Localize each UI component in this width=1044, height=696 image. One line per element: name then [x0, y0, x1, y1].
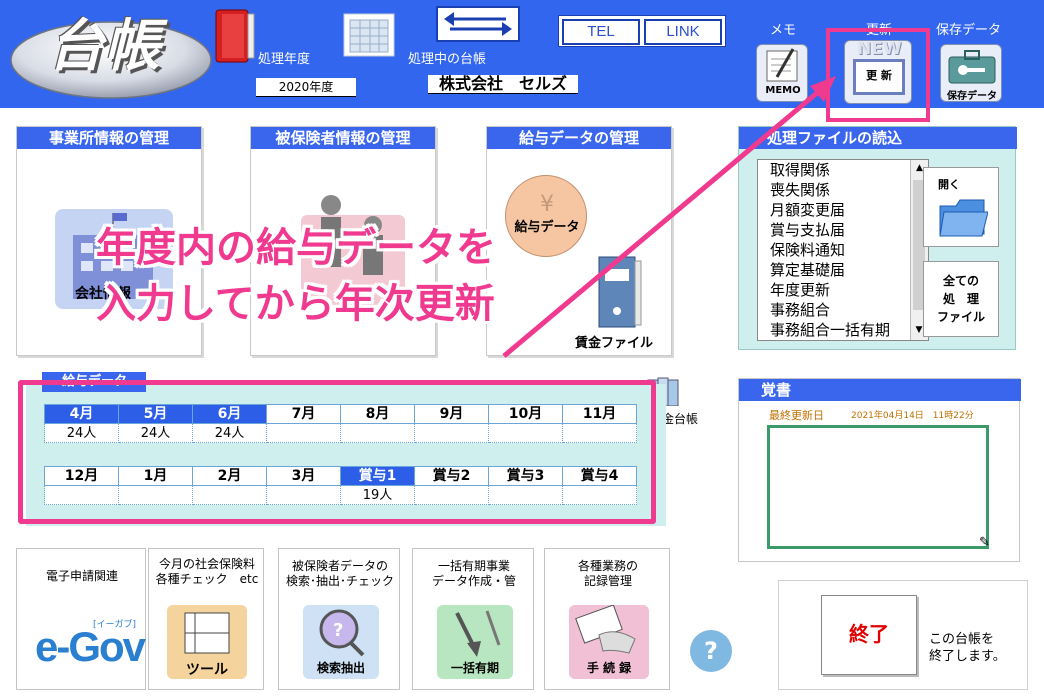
records-title: 各種業務の 記録管理: [577, 559, 638, 588]
search-icon-text: 検索抽出: [316, 661, 365, 675]
shovel-icon: 一括有期: [437, 605, 513, 679]
magnifier-icon: ? 検索抽出: [303, 605, 379, 679]
check-tools-title: 今月の社会保険料 各種チェック etc: [155, 557, 259, 586]
svg-text:?: ?: [333, 620, 343, 641]
insured-panel-title: 被保険者情報の管理: [251, 127, 435, 149]
records-icon: 手 続 録: [569, 604, 649, 679]
open-button[interactable]: 開く: [923, 167, 999, 247]
fiscal-year-label: 処理年度: [258, 52, 311, 67]
last-updated-label: 最終更新日: [769, 409, 824, 422]
records-icon-text: 手 続 録: [586, 661, 632, 675]
memo-label: メモ: [770, 23, 797, 38]
bulk-title: 一括有期事業 データ作成・管: [431, 559, 516, 588]
tel-button[interactable]: TEL: [562, 19, 640, 45]
daicho-logo: 台帳: [8, 6, 214, 100]
annotation-line2: 入力してから年次更新: [96, 281, 495, 327]
egov-logo: e-Gov: [35, 623, 146, 670]
eraser-icon[interactable]: ✎: [979, 535, 990, 550]
notes-textarea[interactable]: [767, 425, 989, 549]
notes-panel: 覚書 最終更新日 2021年04月14日 11時22分 ✎: [738, 378, 1021, 562]
salary-highlight: [18, 380, 656, 524]
search-box[interactable]: 被保険者データの 検索･抽出･チェック ? 検索抽出: [278, 548, 400, 690]
new-badge: NEW: [857, 39, 902, 59]
backup-label: 保存データ: [936, 23, 1002, 38]
backup-button[interactable]: 保存データ: [940, 44, 1002, 102]
help-icon[interactable]: ?: [690, 630, 732, 672]
office-panel-title: 事業所情報の管理: [17, 127, 201, 149]
tools-icon-text: ツール: [186, 662, 228, 678]
records-box[interactable]: 各種業務の 記録管理 手 続 録: [544, 548, 670, 690]
link-button[interactable]: LINK: [644, 19, 722, 45]
search-title: 被保険者データの 検索･抽出･チェック: [285, 559, 394, 588]
backup-icon-text: 保存データ: [947, 91, 997, 102]
egov-kana: [イーガブ]: [93, 620, 137, 630]
egov-title: 電子申請関連: [45, 569, 118, 583]
logo-text: 台帳: [48, 14, 160, 79]
exit-button[interactable]: 終了: [821, 595, 917, 675]
exit-area: 終了 この台帳を 終了します。: [778, 580, 1028, 690]
egov-box[interactable]: 電子申請関連 e-Gov [イーガブ]: [16, 548, 146, 690]
key-briefcase-icon: [948, 50, 996, 84]
annotation-arrow: [502, 76, 836, 358]
all-files-button[interactable]: 全ての 処 理 ファイル: [923, 261, 999, 337]
notes-title: 覚書: [739, 379, 1021, 401]
fiscal-year-field[interactable]: 2020年度: [256, 78, 356, 97]
tools-icon: ツール: [167, 605, 247, 679]
check-tools-box[interactable]: 今月の社会保険料 各種チェック etc ツール: [148, 548, 264, 690]
current-ledger-label: 処理中の台帳: [408, 52, 487, 67]
bulk-box[interactable]: 一括有期事業 データ作成・管 一括有期: [412, 548, 534, 690]
switch-ledger-button[interactable]: [436, 6, 520, 42]
swap-arrows-icon: [444, 12, 512, 36]
exit-description: この台帳を 終了します。: [929, 632, 1006, 664]
last-updated-value: 2021年04月14日 11時22分: [851, 411, 974, 421]
annotation-line1: 年度内の給与データを: [96, 225, 496, 271]
open-button-label: 開く: [938, 178, 960, 191]
calendar-icon: [342, 12, 396, 58]
bulk-icon-text: 一括有期: [450, 661, 499, 675]
binder-icon: [212, 8, 256, 64]
folder-icon: [939, 199, 988, 237]
tel-link-group: TEL LINK: [558, 15, 726, 47]
